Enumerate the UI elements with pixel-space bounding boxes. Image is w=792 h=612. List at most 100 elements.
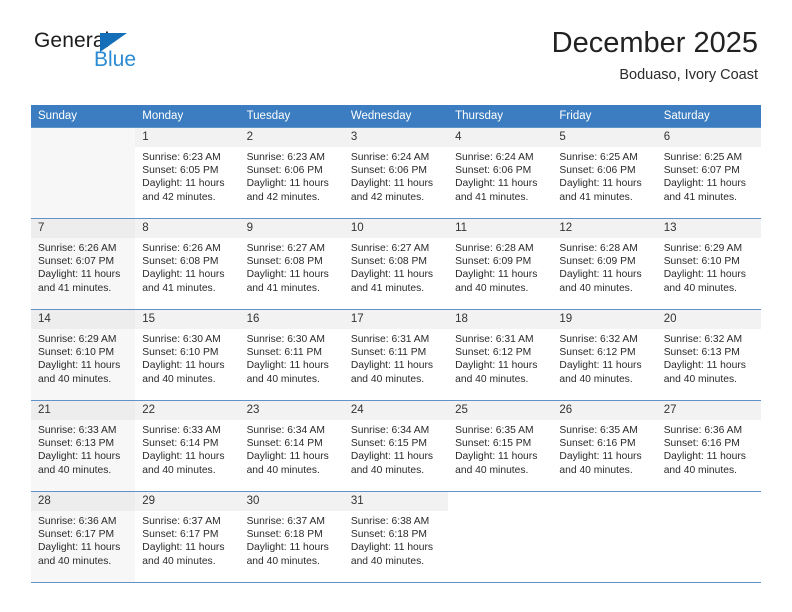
day-cell[interactable]: 4 Sunrise: 6:24 AM Sunset: 6:06 PM Dayli…	[448, 127, 553, 219]
sunset-text: Sunset: 6:10 PM	[142, 347, 219, 359]
day-cell[interactable]: 5 Sunrise: 6:25 AM Sunset: 6:06 PM Dayli…	[552, 127, 657, 219]
day-details: Sunrise: 6:32 AM Sunset: 6:13 PM Dayligh…	[657, 329, 761, 386]
day-number: 7	[31, 219, 136, 238]
daylight-text-line2: and 42 minutes.	[142, 191, 216, 203]
daylight-text-line1: Daylight: 11 hours	[663, 269, 746, 281]
day-cell[interactable]: 14 Sunrise: 6:29 AM Sunset: 6:10 PM Dayl…	[31, 309, 136, 401]
weekday-header-wednesday: Wednesday	[343, 105, 449, 128]
daylight-text-line2: and 40 minutes.	[142, 464, 216, 476]
daylight-text-line2: and 40 minutes.	[350, 555, 425, 567]
day-cell[interactable]: 17 Sunrise: 6:31 AM Sunset: 6:11 PM Dayl…	[343, 309, 449, 401]
sunset-text: Sunset: 6:08 PM	[350, 256, 427, 268]
sunrise-text: Sunrise: 6:34 AM	[246, 425, 325, 436]
day-details: Sunrise: 6:33 AM Sunset: 6:13 PM Dayligh…	[31, 420, 135, 477]
sunset-text: Sunset: 6:06 PM	[350, 165, 427, 177]
sunrise-text: Sunrise: 6:29 AM	[663, 243, 743, 254]
day-cell[interactable]: 24 Sunrise: 6:34 AM Sunset: 6:15 PM Dayl…	[343, 400, 449, 492]
day-cell[interactable]: 2 Sunrise: 6:23 AM Sunset: 6:06 PM Dayli…	[239, 127, 344, 219]
day-cell[interactable]: 25 Sunrise: 6:35 AM Sunset: 6:15 PM Dayl…	[448, 400, 553, 492]
general-blue-logo[interactable]: General Blue	[34, 30, 144, 76]
sunset-text: Sunset: 6:08 PM	[142, 256, 219, 268]
day-cell[interactable]: 29 Sunrise: 6:37 AM Sunset: 6:17 PM Dayl…	[135, 491, 240, 583]
daylight-text-line1: Daylight: 11 hours	[142, 269, 225, 281]
day-cell[interactable]: 28 Sunrise: 6:36 AM Sunset: 6:17 PM Dayl…	[31, 491, 136, 583]
calendar-week-row: 7 Sunrise: 6:26 AM Sunset: 6:07 PM Dayli…	[31, 218, 761, 310]
sunrise-text: Sunrise: 6:33 AM	[38, 425, 117, 436]
day-details: Sunrise: 6:26 AM Sunset: 6:07 PM Dayligh…	[31, 238, 135, 295]
day-number: 15	[135, 310, 240, 329]
day-cell[interactable]: 26 Sunrise: 6:35 AM Sunset: 6:16 PM Dayl…	[552, 400, 657, 492]
day-cell[interactable]: 19 Sunrise: 6:32 AM Sunset: 6:12 PM Dayl…	[552, 309, 657, 401]
day-cell[interactable]: 30 Sunrise: 6:37 AM Sunset: 6:18 PM Dayl…	[239, 491, 344, 583]
day-number: 24	[343, 401, 449, 420]
daylight-text-line1: Daylight: 11 hours	[350, 178, 434, 190]
day-cell[interactable]: 10 Sunrise: 6:27 AM Sunset: 6:08 PM Dayl…	[343, 218, 449, 310]
daylight-text-line1: Daylight: 11 hours	[350, 451, 434, 463]
sunset-text: Sunset: 6:09 PM	[559, 256, 636, 268]
day-cell[interactable]: 23 Sunrise: 6:34 AM Sunset: 6:14 PM Dayl…	[239, 400, 344, 492]
day-details: Sunrise: 6:24 AM Sunset: 6:06 PM Dayligh…	[344, 147, 448, 204]
sunset-text: Sunset: 6:16 PM	[559, 438, 636, 450]
day-cell[interactable]: 3 Sunrise: 6:24 AM Sunset: 6:06 PM Dayli…	[343, 127, 449, 219]
sunrise-text: Sunrise: 6:36 AM	[38, 516, 117, 527]
daylight-text-line1: Daylight: 11 hours	[38, 451, 121, 463]
sunrise-text: Sunrise: 6:28 AM	[455, 243, 534, 254]
sunset-text: Sunset: 6:07 PM	[663, 165, 740, 177]
sunrise-text: Sunrise: 6:33 AM	[142, 425, 221, 436]
day-cell[interactable]: 16 Sunrise: 6:30 AM Sunset: 6:11 PM Dayl…	[239, 309, 344, 401]
day-number: 2	[239, 128, 344, 147]
sunrise-text: Sunrise: 6:34 AM	[350, 425, 430, 436]
daylight-text-line1: Daylight: 11 hours	[142, 178, 225, 190]
day-cell[interactable]: 12 Sunrise: 6:28 AM Sunset: 6:09 PM Dayl…	[552, 218, 657, 310]
weekday-header-thursday: Thursday	[448, 105, 553, 128]
sunrise-text: Sunrise: 6:38 AM	[350, 516, 430, 527]
daylight-text-line1: Daylight: 11 hours	[142, 451, 225, 463]
day-cell[interactable]: 13 Sunrise: 6:29 AM Sunset: 6:10 PM Dayl…	[656, 218, 761, 310]
daylight-text-line2: and 41 minutes.	[246, 282, 320, 294]
day-number: 1	[135, 128, 240, 147]
weekday-header-sunday: Sunday	[31, 105, 136, 128]
day-cell[interactable]: 7 Sunrise: 6:26 AM Sunset: 6:07 PM Dayli…	[31, 218, 136, 310]
day-cell[interactable]: 6 Sunrise: 6:25 AM Sunset: 6:07 PM Dayli…	[656, 127, 761, 219]
day-cell[interactable]: 18 Sunrise: 6:31 AM Sunset: 6:12 PM Dayl…	[448, 309, 553, 401]
day-cell[interactable]: 8 Sunrise: 6:26 AM Sunset: 6:08 PM Dayli…	[135, 218, 240, 310]
daylight-text-line1: Daylight: 11 hours	[246, 451, 329, 463]
day-cell[interactable]: 21 Sunrise: 6:33 AM Sunset: 6:13 PM Dayl…	[31, 400, 136, 492]
day-cell[interactable]: 31 Sunrise: 6:38 AM Sunset: 6:18 PM Dayl…	[343, 491, 449, 583]
day-details: Sunrise: 6:35 AM Sunset: 6:16 PM Dayligh…	[552, 420, 656, 477]
day-details: Sunrise: 6:27 AM Sunset: 6:08 PM Dayligh…	[344, 238, 448, 295]
day-details: Sunrise: 6:37 AM Sunset: 6:18 PM Dayligh…	[240, 511, 344, 568]
daylight-text-line1: Daylight: 11 hours	[559, 360, 642, 372]
day-cell[interactable]: 1 Sunrise: 6:23 AM Sunset: 6:05 PM Dayli…	[135, 127, 240, 219]
day-number: 17	[343, 310, 449, 329]
daylight-text-line2: and 41 minutes.	[663, 191, 737, 203]
sunrise-text: Sunrise: 6:30 AM	[142, 334, 221, 345]
day-cell[interactable]: 9 Sunrise: 6:27 AM Sunset: 6:08 PM Dayli…	[239, 218, 344, 310]
daylight-text-line1: Daylight: 11 hours	[350, 360, 434, 372]
day-details: Sunrise: 6:25 AM Sunset: 6:07 PM Dayligh…	[657, 147, 761, 204]
day-details: Sunrise: 6:35 AM Sunset: 6:15 PM Dayligh…	[448, 420, 552, 477]
day-number	[657, 492, 761, 511]
day-details: Sunrise: 6:29 AM Sunset: 6:10 PM Dayligh…	[31, 329, 135, 386]
day-number: 23	[239, 401, 344, 420]
day-number: 22	[135, 401, 240, 420]
daylight-text-line2: and 40 minutes.	[38, 464, 112, 476]
day-details: Sunrise: 6:25 AM Sunset: 6:06 PM Dayligh…	[552, 147, 656, 204]
weekday-header-monday: Monday	[135, 105, 240, 128]
sunset-text: Sunset: 6:06 PM	[559, 165, 636, 177]
sunset-text: Sunset: 6:13 PM	[663, 347, 740, 359]
daylight-text-line2: and 40 minutes.	[142, 555, 216, 567]
day-details: Sunrise: 6:36 AM Sunset: 6:16 PM Dayligh…	[657, 420, 761, 477]
day-cell[interactable]: 20 Sunrise: 6:32 AM Sunset: 6:13 PM Dayl…	[656, 309, 761, 401]
day-cell[interactable]: 15 Sunrise: 6:30 AM Sunset: 6:10 PM Dayl…	[135, 309, 240, 401]
sunrise-text: Sunrise: 6:32 AM	[663, 334, 743, 345]
sunrise-text: Sunrise: 6:30 AM	[246, 334, 325, 345]
weekday-header-friday: Friday	[552, 105, 657, 128]
day-cell[interactable]: 22 Sunrise: 6:33 AM Sunset: 6:14 PM Dayl…	[135, 400, 240, 492]
daylight-text-line1: Daylight: 11 hours	[663, 451, 746, 463]
sunrise-text: Sunrise: 6:28 AM	[559, 243, 638, 254]
day-details: Sunrise: 6:26 AM Sunset: 6:08 PM Dayligh…	[135, 238, 239, 295]
day-cell[interactable]: 27 Sunrise: 6:36 AM Sunset: 6:16 PM Dayl…	[656, 400, 761, 492]
day-number: 8	[135, 219, 240, 238]
day-cell[interactable]: 11 Sunrise: 6:28 AM Sunset: 6:09 PM Dayl…	[448, 218, 553, 310]
